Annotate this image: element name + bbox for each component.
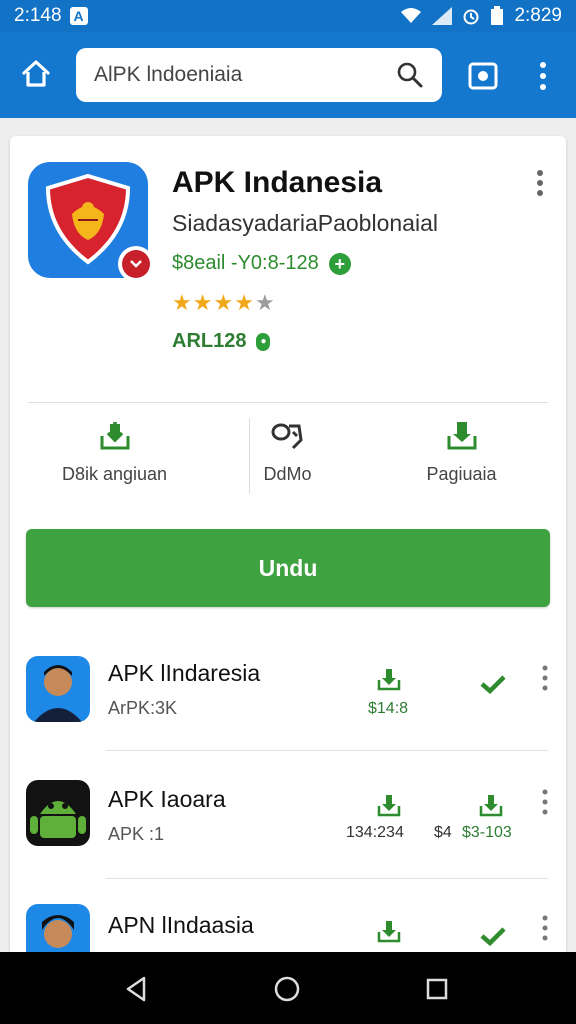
action-share[interactable]: DdMo [201,418,374,498]
app-code: ARL128 ● [172,330,271,353]
list-item-title: APK Iaoara [108,786,226,812]
more-vert-icon[interactable] [540,664,550,692]
list-item[interactable]: APK lIndaresia ArPK:3K $14:8 [10,646,566,766]
avatar [26,656,90,722]
divider [28,402,548,403]
app-code-text: ARL128 [172,330,247,352]
more-vert-icon[interactable] [536,60,550,92]
recent-apps-icon[interactable] [426,978,448,1000]
app-toolbar: AlPK lndoeniaia [0,32,576,118]
action-page[interactable]: Pagiuaia [375,418,548,498]
android-icon [30,801,86,838]
app-title: APK Indanesia [172,166,383,199]
check-icon[interactable] [480,926,506,946]
divider [106,878,548,879]
home-circle-icon[interactable] [274,976,300,1002]
list-item-title: APN lIndaasia [108,912,254,938]
star-empty-icon: ★ [254,290,276,315]
list-item-price-alt: $3-103 [462,824,512,841]
download-icon [447,422,476,450]
status-time: 2:148 [14,5,62,26]
share-icon [271,423,303,450]
more-vert-icon[interactable] [540,788,550,816]
list-item[interactable]: APN lIndaasia [10,896,566,956]
download-icon [100,422,129,450]
star-filled-icon: ★ [172,290,193,315]
signal-icon [432,7,453,25]
star-filled-icon: ★ [213,290,235,315]
battery-icon [491,6,504,25]
more-vert-icon[interactable] [540,914,550,942]
more-vert-icon[interactable] [534,168,546,198]
chevron-down-icon [130,260,142,268]
search-input-text: AlPK lndoeniaia [94,63,243,86]
download-icon[interactable] [376,666,402,692]
star-filled-icon: ★ [192,290,214,315]
action-download[interactable]: D8ik angiuan [28,418,201,498]
avatar [26,780,90,846]
alarm-icon [463,9,479,25]
wifi-icon [401,8,422,23]
home-icon[interactable] [20,58,52,90]
divider [106,750,548,751]
list-item-price: $4 [434,824,452,841]
action-row: D8ik angiuan DdMo Pagiuaia [28,418,548,498]
download-icon[interactable] [376,792,402,818]
person-avatar-icon [34,665,82,722]
download-icon[interactable] [376,918,402,944]
list-item-subtitle: APK :1 [108,824,165,844]
person-avatar-icon [42,915,74,948]
action-label: Pagiuaia [426,464,497,484]
action-label: DdMo [263,464,312,484]
screenshot-icon[interactable] [468,62,498,90]
list-item-size: 134:234 [346,824,404,841]
app-subtitle: SiadasyadariaPaoblonaial [172,210,438,236]
check-icon[interactable] [480,674,506,694]
rating-stars: ★★★★★ [172,290,276,316]
small-badge-icon: ● [256,332,271,351]
search-icon[interactable] [396,61,424,89]
list-item-title: APK lIndaresia [108,660,261,686]
verified-badge [118,246,154,282]
list-item-size: $14:8 [368,700,409,717]
system-nav-bar [0,952,576,1024]
search-input[interactable]: AlPK lndoeniaia [76,48,442,102]
download-button[interactable]: Undu [26,529,550,607]
app-detail-card: APK Indanesia SiadasyadariaPaoblonaial $… [10,136,566,956]
star-filled-icon: ★ [234,290,255,315]
action-label: D8ik angiuan [61,464,168,484]
app-price: $8eail -Y0:8-128 + [172,252,351,275]
app-price-text: $8eail -Y0:8-128 [172,252,319,274]
avatar [26,904,90,956]
list-item-subtitle: ArPK:3K [108,698,178,718]
list-item[interactable]: APK Iaoara APK :1 134:234 $4 $3-103 [10,772,566,892]
status-bar: 2:148 A 2:829 [0,0,576,32]
plus-icon[interactable]: + [328,252,351,275]
back-icon[interactable] [124,976,148,1002]
status-right-time: 2:829 [514,5,562,26]
download-icon[interactable] [478,792,504,818]
app-logo [28,162,154,282]
notification-icon: A [69,7,88,25]
